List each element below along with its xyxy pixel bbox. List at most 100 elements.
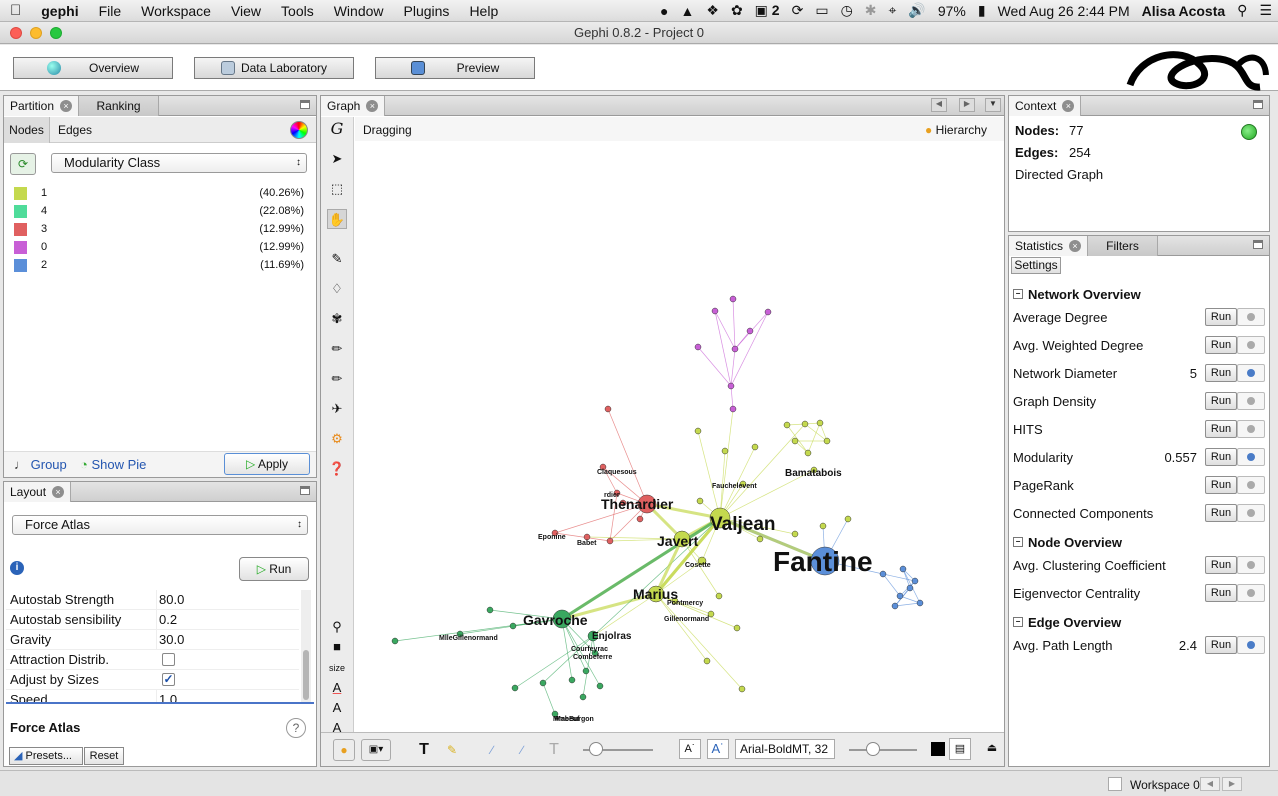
wifi-icon[interactable]: ⌖ xyxy=(883,2,903,19)
stat-run-button[interactable]: Run xyxy=(1205,504,1237,522)
graph-node[interactable] xyxy=(896,592,904,600)
pointer-tool-icon[interactable]: ➤ xyxy=(327,149,347,169)
edges-icon[interactable]: ∕ xyxy=(481,739,503,761)
graph-node[interactable] xyxy=(751,443,759,451)
font-size-icon[interactable]: A xyxy=(327,698,347,718)
edge-labels-icon[interactable]: T xyxy=(543,739,565,761)
font-color-icon[interactable]: A xyxy=(327,678,347,698)
presets-button[interactable]: ◢ Presets... xyxy=(9,747,83,765)
attraction-distrib-checkbox[interactable] xyxy=(162,653,175,666)
stats-section-header[interactable]: − Node Overview xyxy=(1013,534,1265,550)
battery-percent[interactable]: 97% xyxy=(932,3,972,19)
minimize-icon[interactable] xyxy=(300,100,310,109)
label-color-swatch[interactable] xyxy=(931,742,945,756)
tab-statistics[interactable]: Statistics × xyxy=(1009,236,1089,256)
partition-item[interactable]: 2 (11.69%) xyxy=(4,256,316,274)
help-icon[interactable]: ? xyxy=(286,718,306,738)
graph-node[interactable] xyxy=(694,427,702,435)
menu-file[interactable]: File xyxy=(89,3,132,19)
graph-node[interactable] xyxy=(729,405,737,413)
stat-report-icon[interactable] xyxy=(1237,636,1265,654)
font-decrease-icon[interactable]: A˙ xyxy=(679,739,701,759)
graph-node[interactable] xyxy=(819,522,827,530)
graph-node[interactable] xyxy=(721,447,729,455)
color-palette-icon[interactable] xyxy=(290,121,308,139)
graph-node[interactable] xyxy=(916,599,924,607)
graph-node[interactable] xyxy=(816,419,824,427)
font-selector[interactable]: Arial-BoldMT, 32 xyxy=(735,739,835,759)
pencil-icon[interactable]: ✏ xyxy=(327,339,347,359)
minimize-icon[interactable] xyxy=(300,486,310,495)
workspace-prev-icon[interactable]: ◀ xyxy=(1200,777,1220,791)
info-icon[interactable]: i xyxy=(10,561,24,575)
tab-graph[interactable]: Graph × xyxy=(321,96,386,116)
graph-node[interactable] xyxy=(511,684,519,692)
collapse-icon[interactable]: − xyxy=(1013,537,1023,547)
airplay-icon[interactable]: ▭ xyxy=(809,2,834,19)
partition-item[interactable]: 0 (12.99%) xyxy=(4,238,316,256)
layout-property-value[interactable]: 30.0 xyxy=(156,630,299,650)
preview-button[interactable]: Preview xyxy=(375,57,535,79)
graph-node[interactable] xyxy=(823,437,831,445)
screenshot-icon[interactable]: ▣▾ xyxy=(361,739,391,761)
partition-item[interactable]: 1 (40.26%) xyxy=(4,184,316,202)
graph-node[interactable] xyxy=(764,308,772,316)
user-name[interactable]: Alisa Acosta xyxy=(1136,3,1232,19)
workspace-next-icon[interactable]: ▶ xyxy=(1222,777,1242,791)
graph-node[interactable] xyxy=(568,676,576,684)
label-size-slider-thumb[interactable] xyxy=(866,742,880,756)
stat-run-button[interactable]: Run xyxy=(1205,420,1237,438)
drag-hand-icon[interactable]: ✋ xyxy=(327,209,347,229)
edge-scale-slider-thumb[interactable] xyxy=(589,742,603,756)
graph-node[interactable] xyxy=(636,515,644,523)
graph-node[interactable] xyxy=(711,307,719,315)
layout-property-value[interactable]: 0.2 xyxy=(156,610,299,630)
graph-node[interactable] xyxy=(582,667,590,675)
expand-icon[interactable]: ⏏ xyxy=(985,741,999,755)
stat-run-button[interactable]: Run xyxy=(1205,584,1237,602)
drive-icon[interactable]: ▲ xyxy=(675,3,701,19)
menu-view[interactable]: View xyxy=(221,3,271,19)
stat-report-icon[interactable] xyxy=(1237,448,1265,466)
collapse-icon[interactable]: − xyxy=(1013,289,1023,299)
graph-node[interactable] xyxy=(911,577,919,585)
tab-menu-icon[interactable]: ▼ xyxy=(985,98,1001,112)
stats-section-header[interactable]: − Edge Overview xyxy=(1013,614,1265,630)
graph-node[interactable] xyxy=(486,606,494,614)
partition-color-swatch[interactable] xyxy=(14,222,27,236)
group-button[interactable]: ♩ Group xyxy=(14,457,67,472)
show-pie-button[interactable]: ◔ Show Pie xyxy=(80,457,146,472)
spotlight-icon[interactable]: ⚲ xyxy=(1231,2,1253,19)
label-size-slider[interactable] xyxy=(849,749,917,751)
data-laboratory-button[interactable]: Data Laboratory xyxy=(194,57,354,79)
graph-node[interactable] xyxy=(879,570,887,578)
time-machine-icon[interactable]: ◷ xyxy=(835,2,859,19)
subtab-nodes[interactable]: Nodes xyxy=(4,117,50,143)
minimize-window-button[interactable] xyxy=(30,27,42,39)
partition-item[interactable]: 4 (22.08%) xyxy=(4,202,316,220)
graph-node[interactable] xyxy=(791,530,799,538)
clock[interactable]: Wed Aug 26 2:44 PM xyxy=(992,3,1136,19)
partition-item[interactable]: 3 (12.99%) xyxy=(4,220,316,238)
rectangle-select-icon[interactable]: ⬚ xyxy=(327,179,347,199)
tab-filters[interactable]: Filters xyxy=(1088,236,1159,256)
minimize-icon[interactable] xyxy=(1253,100,1263,109)
workspace-name[interactable]: Workspace 0 xyxy=(1130,778,1200,792)
graph-node[interactable] xyxy=(756,535,764,543)
graph-node[interactable] xyxy=(804,449,812,457)
refresh-icon[interactable]: ⟳ xyxy=(10,153,36,175)
close-icon[interactable]: × xyxy=(1062,100,1075,112)
notification-icon[interactable]: ☰ xyxy=(1253,2,1278,19)
graph-node[interactable] xyxy=(733,624,741,632)
adobe-icon[interactable]: ▣ 2 xyxy=(749,2,786,19)
stats-section-header[interactable]: − Network Overview xyxy=(1013,286,1265,302)
graph-node[interactable] xyxy=(899,565,907,573)
diamond-icon[interactable]: ♢ xyxy=(327,279,347,299)
graph-node[interactable] xyxy=(906,584,914,592)
graph-node[interactable] xyxy=(604,405,612,413)
stat-run-button[interactable]: Run xyxy=(1205,636,1237,654)
graph-node[interactable] xyxy=(783,421,791,429)
graph-node[interactable] xyxy=(694,343,702,351)
settings-button[interactable]: Settings xyxy=(1011,257,1061,274)
shortest-path-icon[interactable]: ✈ xyxy=(327,399,347,419)
